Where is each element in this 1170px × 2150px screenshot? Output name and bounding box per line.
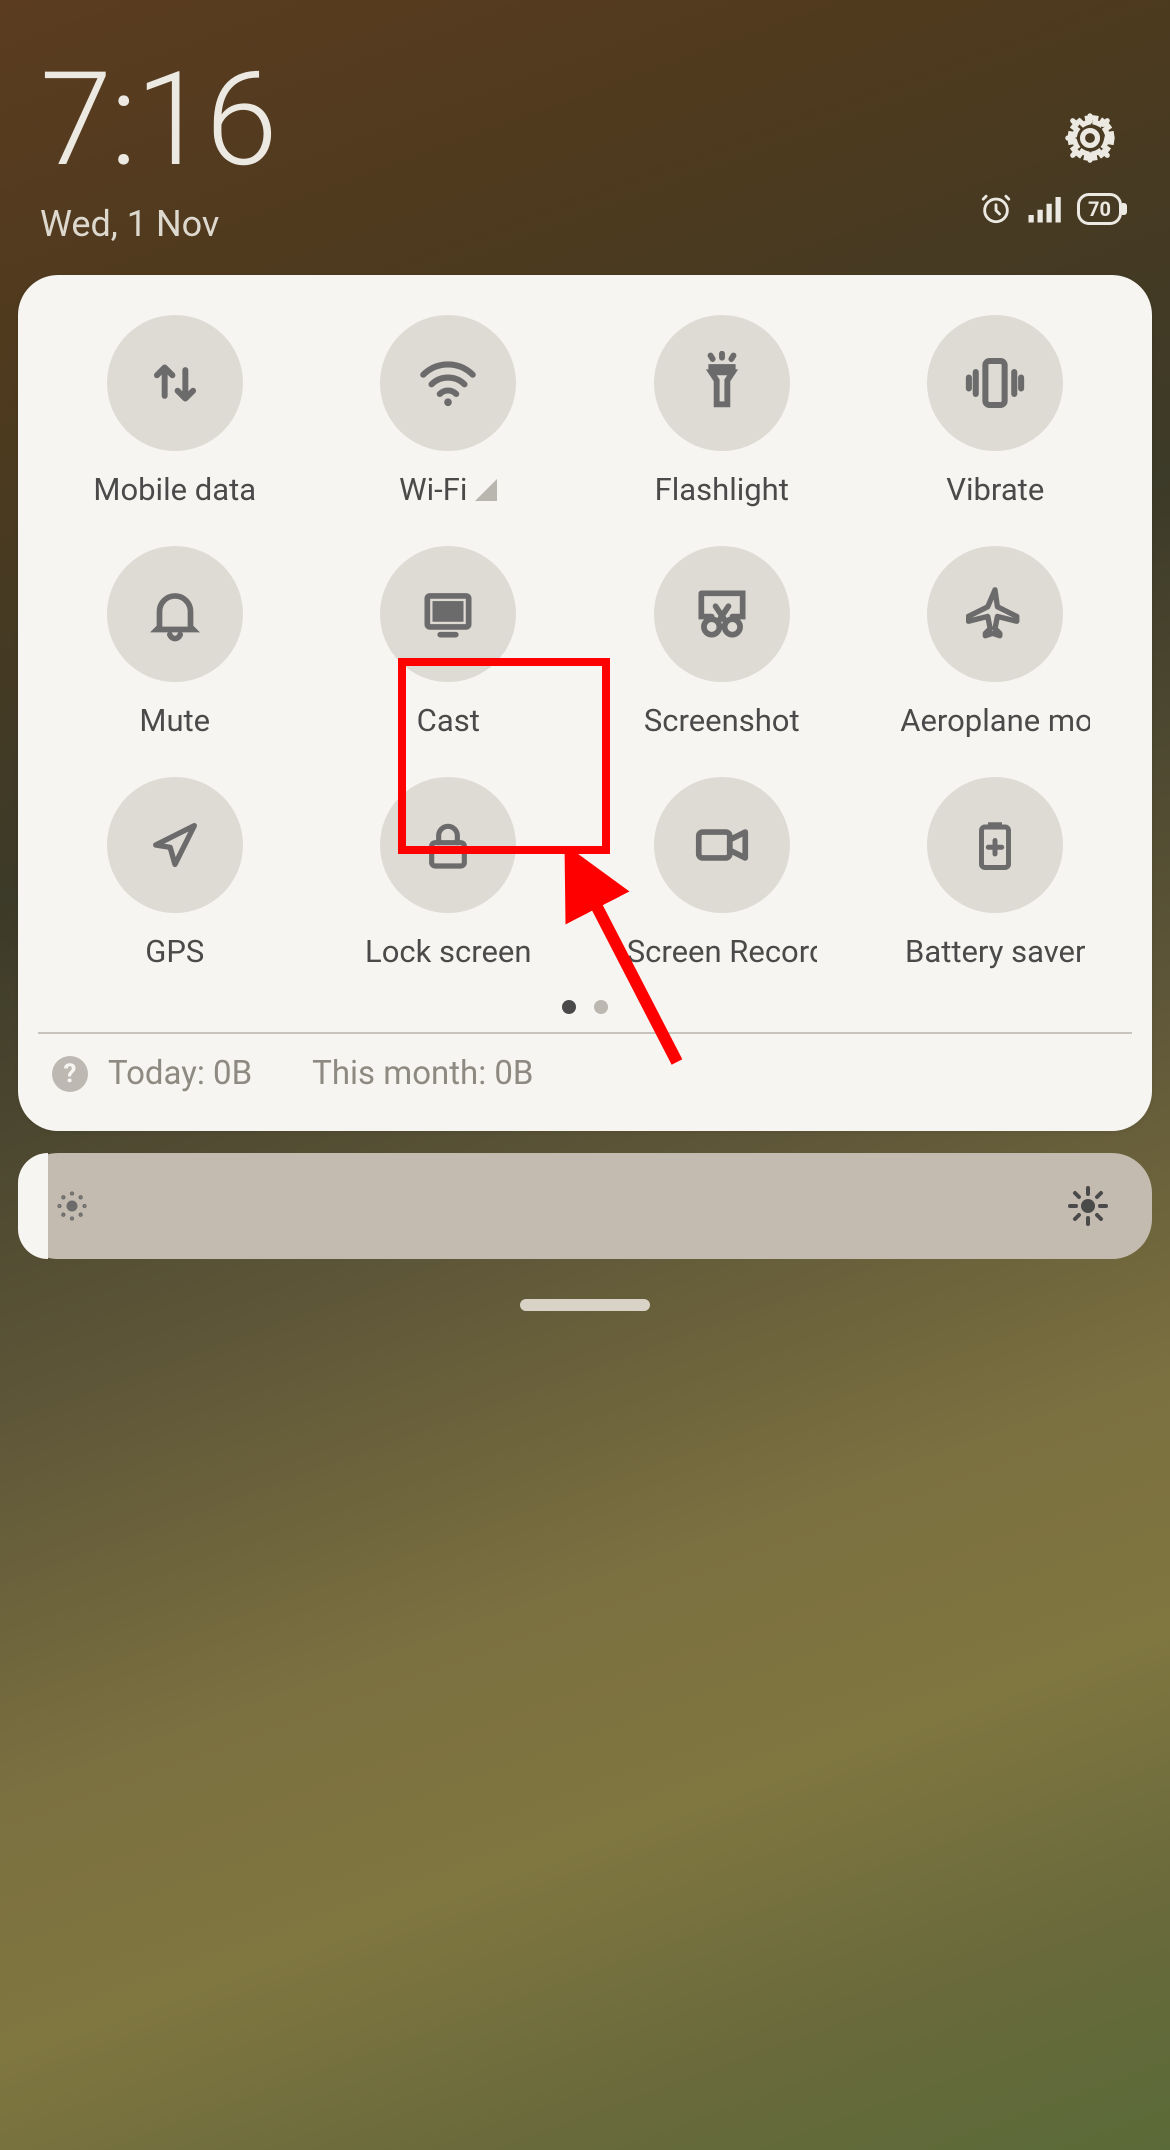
help-icon: ? (52, 1056, 88, 1092)
battery-plus-icon (968, 818, 1022, 872)
tile-label: Aeroplane mode (900, 702, 1090, 739)
tile-aeroplane-mode[interactable]: Aeroplane mode (859, 546, 1133, 739)
quick-settings-panel: Mobile data Wi-Fi Flashlight Vibrate Mut… (18, 275, 1152, 1131)
gear-icon (1062, 110, 1118, 166)
tile-label: Lock screen (365, 933, 531, 970)
wifi-signal-icon (475, 479, 497, 501)
tile-wifi[interactable]: Wi-Fi (312, 315, 586, 508)
quick-settings-grid: Mobile data Wi-Fi Flashlight Vibrate Mut… (38, 315, 1132, 970)
settings-button[interactable] (1062, 110, 1118, 166)
battery-indicator: 70 (1077, 193, 1122, 225)
brightness-max-icon (1064, 1182, 1112, 1230)
tile-flashlight[interactable]: Flashlight (585, 315, 859, 508)
tile-screenshot[interactable]: Screenshot (585, 546, 859, 739)
tile-lock-screen[interactable]: Lock screen (312, 777, 586, 970)
flashlight-icon (690, 351, 754, 415)
page-dot-active (562, 1000, 576, 1014)
tile-mobile-data[interactable]: Mobile data (38, 315, 312, 508)
tile-cast[interactable]: Cast (312, 546, 586, 739)
drag-handle[interactable] (520, 1299, 650, 1311)
status-header: 7:16 Wed, 1 Nov 70 (0, 0, 1170, 275)
video-camera-icon (691, 814, 753, 876)
airplane-icon (966, 585, 1024, 643)
tile-label: GPS (145, 933, 204, 970)
location-icon (146, 816, 204, 874)
divider (38, 1032, 1132, 1034)
data-usage-today: Today: 0B (108, 1054, 252, 1093)
tile-label: Mute (139, 702, 210, 739)
page-indicator[interactable] (38, 1000, 1132, 1014)
tile-label: Mobile data (93, 471, 256, 508)
status-icons: 70 (979, 192, 1122, 226)
tile-gps[interactable]: GPS (38, 777, 312, 970)
lock-icon (420, 817, 476, 873)
alarm-icon (979, 192, 1013, 226)
signal-icon (1027, 194, 1063, 224)
tile-label: Screen Recorder (627, 933, 817, 970)
mobile-data-icon (144, 352, 206, 414)
tile-label: Screenshot (644, 702, 800, 739)
tile-vibrate[interactable]: Vibrate (859, 315, 1133, 508)
data-usage-row[interactable]: ? Today: 0B This month: 0B (38, 1054, 1132, 1111)
tile-battery-saver[interactable]: Battery saver (859, 777, 1133, 970)
data-usage-month: This month: 0B (312, 1054, 533, 1093)
screenshot-icon (691, 583, 753, 645)
page-dot (594, 1000, 608, 1014)
tile-label: Wi-Fi (399, 471, 497, 508)
wifi-icon (415, 350, 481, 416)
bell-icon (144, 583, 206, 645)
tile-label: Cast (417, 702, 480, 739)
brightness-slider[interactable] (18, 1153, 1152, 1259)
tile-label: Battery saver (905, 933, 1085, 970)
tile-screen-recorder[interactable]: Screen Recorder (585, 777, 859, 970)
brightness-min-icon (52, 1186, 92, 1226)
tile-label: Vibrate (946, 471, 1044, 508)
cast-icon (417, 583, 479, 645)
brightness-thumb[interactable] (18, 1153, 48, 1259)
clock-time: 7:16 (40, 55, 1120, 185)
clock-date: Wed, 1 Nov (40, 203, 1120, 245)
tile-label: Flashlight (655, 471, 789, 508)
tile-mute[interactable]: Mute (38, 546, 312, 739)
vibrate-icon (962, 350, 1028, 416)
